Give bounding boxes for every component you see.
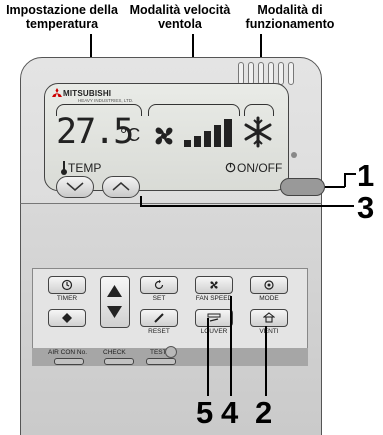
venti-button[interactable] xyxy=(250,309,288,327)
brand-subtitle: HEAVY INDUSTRIES, LTD. xyxy=(78,98,134,103)
mode-label: MODE xyxy=(259,295,279,302)
fan-level-bar xyxy=(204,131,211,147)
screw xyxy=(165,346,177,358)
mitsubishi-logo-icon xyxy=(52,88,62,97)
triangle-down-icon[interactable] xyxy=(101,302,128,324)
fan-level-bar xyxy=(224,119,232,147)
vent-slot xyxy=(268,62,274,85)
air-con-no-button[interactable] xyxy=(54,358,84,365)
test-button[interactable] xyxy=(146,358,176,365)
louver-button[interactable] xyxy=(195,309,233,327)
callout-1: 1 xyxy=(357,158,375,193)
callout-5: 5 xyxy=(196,395,214,430)
reset-button[interactable] xyxy=(140,309,178,327)
venti-label: VENTI xyxy=(259,328,279,335)
check-label: CHECK xyxy=(103,349,126,356)
fan-level-bar xyxy=(184,140,191,147)
mode-button[interactable] xyxy=(250,276,288,294)
fan-icon xyxy=(210,281,218,289)
fan-speed-segment-frame xyxy=(148,104,240,116)
up-down-rocker xyxy=(100,276,130,328)
temperature-setting-label: Impostazione della temperatura xyxy=(6,3,118,31)
brand-logo-text: MITSUBISHI xyxy=(63,89,112,98)
fan-level-bar xyxy=(214,125,221,147)
callout-line-1 xyxy=(344,173,346,187)
check-button[interactable] xyxy=(104,358,134,365)
set-button[interactable] xyxy=(140,276,178,294)
fan-icon xyxy=(155,127,173,145)
callout-line-1 xyxy=(344,173,356,175)
set-label: SET xyxy=(152,295,166,302)
vent-slot xyxy=(258,62,264,85)
fan-level-bar xyxy=(194,136,201,147)
callout-line-3 xyxy=(140,205,354,207)
callout-4: 4 xyxy=(221,395,239,430)
fan-speed-button[interactable] xyxy=(195,276,233,294)
callout-line-2 xyxy=(265,326,267,396)
air-con-no-label: AIR CON No. xyxy=(48,349,88,356)
callout-3: 3 xyxy=(357,190,375,225)
clock-icon xyxy=(61,279,73,291)
house-icon xyxy=(262,312,276,323)
callout-line-4 xyxy=(230,296,232,396)
triangle-up-icon[interactable] xyxy=(101,279,128,301)
timer-select-button[interactable] xyxy=(48,309,86,327)
onoff-label: ON/OFF xyxy=(237,161,283,175)
circular-arrow-icon xyxy=(154,279,164,290)
chevron-up-icon xyxy=(112,182,130,191)
timer-button[interactable] xyxy=(48,276,86,294)
temp-label: TEMP xyxy=(68,161,102,175)
callout-line-5 xyxy=(207,318,209,396)
diamond-icon xyxy=(62,313,72,323)
chevron-down-icon xyxy=(66,182,84,191)
vent-slot xyxy=(278,62,284,85)
power-icon xyxy=(225,162,236,173)
thermometer-icon xyxy=(61,161,67,175)
mode-cycle-icon xyxy=(264,280,274,290)
fan-speed-mode-label: Modalità velocità ventola xyxy=(129,3,231,31)
operating-mode-label: Modalità di funzionamento xyxy=(245,3,335,31)
callout-line-1 xyxy=(325,186,345,188)
onoff-button[interactable] xyxy=(280,178,325,196)
indicator-lamp xyxy=(291,152,297,158)
vent-slot xyxy=(288,62,294,85)
temperature-up-button[interactable] xyxy=(102,176,140,198)
temperature-unit: °C xyxy=(120,125,141,145)
callout-2: 2 xyxy=(255,395,273,430)
snowflake-icon xyxy=(244,116,272,148)
reset-label: RESET xyxy=(148,328,170,335)
timer-label: TIMER xyxy=(56,295,78,302)
louver-icon xyxy=(207,313,221,322)
vent-slot xyxy=(248,62,254,85)
pencil-icon xyxy=(154,313,164,323)
temperature-down-button[interactable] xyxy=(56,176,94,198)
vent-slot xyxy=(238,62,244,85)
